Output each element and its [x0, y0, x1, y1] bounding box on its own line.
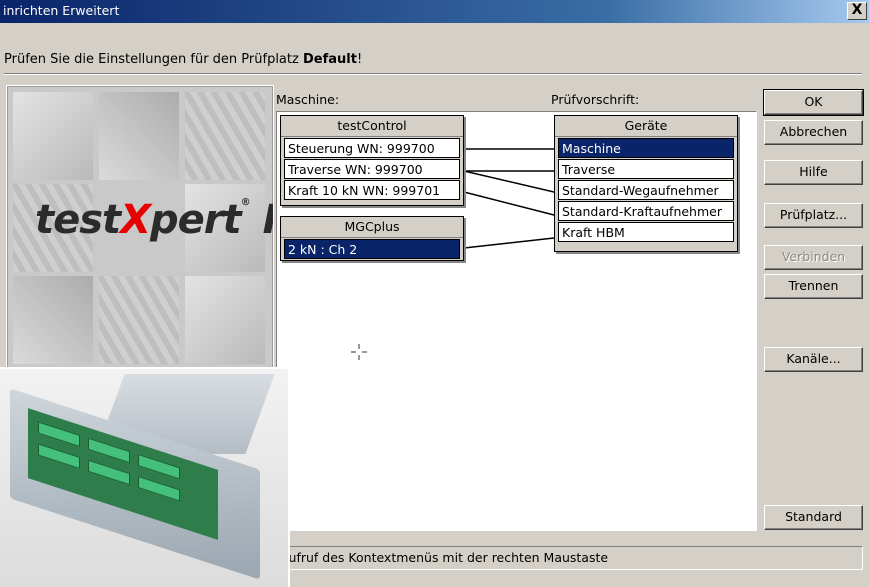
hardware-photo [0, 367, 290, 587]
logo-texture-tile [99, 92, 179, 180]
logo-texture-tile [185, 276, 265, 364]
logo-texture-tile [99, 276, 179, 364]
help-button[interactable]: Hilfe [764, 160, 863, 185]
standard-button[interactable]: Standard [764, 505, 863, 530]
channel-item[interactable]: Traverse WN: 999700 [284, 159, 460, 179]
test-spec-title: Geräte [555, 116, 737, 137]
station-name: Default [302, 52, 357, 67]
channels-button[interactable]: Kanäle... [764, 347, 863, 372]
test-station-button[interactable]: Prüfplatz... [764, 203, 863, 228]
connect-button[interactable]: Verbinden [764, 245, 863, 270]
test-spec-box[interactable]: Geräte Maschine Traverse Standard-Wegauf… [554, 115, 738, 252]
device-title: testControl [281, 116, 463, 137]
channel-item-selected[interactable]: 2 kN : Ch 2 [284, 239, 460, 259]
connection-line [463, 170, 555, 193]
instruction-text: Prüfen Sie die Einstellungen für den Prü… [4, 52, 362, 67]
device-box-mgcplus[interactable]: MGCplus 2 kN : Ch 2 [280, 216, 464, 261]
close-button[interactable]: X [847, 2, 867, 20]
spec-item[interactable]: Standard-Wegaufnehmer [558, 180, 734, 200]
logo-texture-tile [185, 92, 265, 180]
testxpert-logo-panel: testXpert® II [6, 85, 274, 369]
spec-item[interactable]: Traverse [558, 159, 734, 179]
crosshair-cursor-icon [351, 344, 367, 360]
logo-texture-tile [13, 276, 93, 364]
channel-item[interactable]: Kraft 10 kN WN: 999701 [284, 180, 460, 200]
machine-label: Maschine: [276, 92, 340, 107]
connection-line [463, 237, 555, 249]
logo-texture-tile [13, 92, 93, 180]
device-title: MGCplus [281, 217, 463, 238]
instruction-suffix: ! [356, 52, 363, 67]
ok-button[interactable]: OK [763, 89, 864, 116]
spec-item[interactable]: Kraft HBM [558, 222, 734, 242]
status-bar: Aufruf des Kontextmenüs mit der rechten … [276, 546, 863, 570]
disconnect-button[interactable]: Trennen [764, 274, 863, 299]
connection-line [463, 191, 555, 216]
window-title: inrichten Erweitert [3, 3, 120, 18]
device-box-testcontrol[interactable]: testControl Steuerung WN: 999700 Travers… [280, 115, 464, 206]
channel-item[interactable]: Steuerung WN: 999700 [284, 138, 460, 158]
separator [4, 73, 862, 75]
testxpert-logo: testXpert® II [35, 197, 273, 243]
spec-item[interactable]: Standard-Kraftaufnehmer [558, 201, 734, 221]
cancel-button[interactable]: Abbrechen [764, 120, 863, 145]
wiring-canvas[interactable]: testControl Steuerung WN: 999700 Travers… [276, 111, 757, 531]
instruction-prefix: Prüfen Sie die Einstellungen für den Prü… [4, 52, 303, 67]
test-spec-label: Prüfvorschrift: [551, 92, 640, 107]
spec-item-selected[interactable]: Maschine [558, 138, 734, 158]
title-bar: inrichten Erweitert X [0, 0, 869, 23]
